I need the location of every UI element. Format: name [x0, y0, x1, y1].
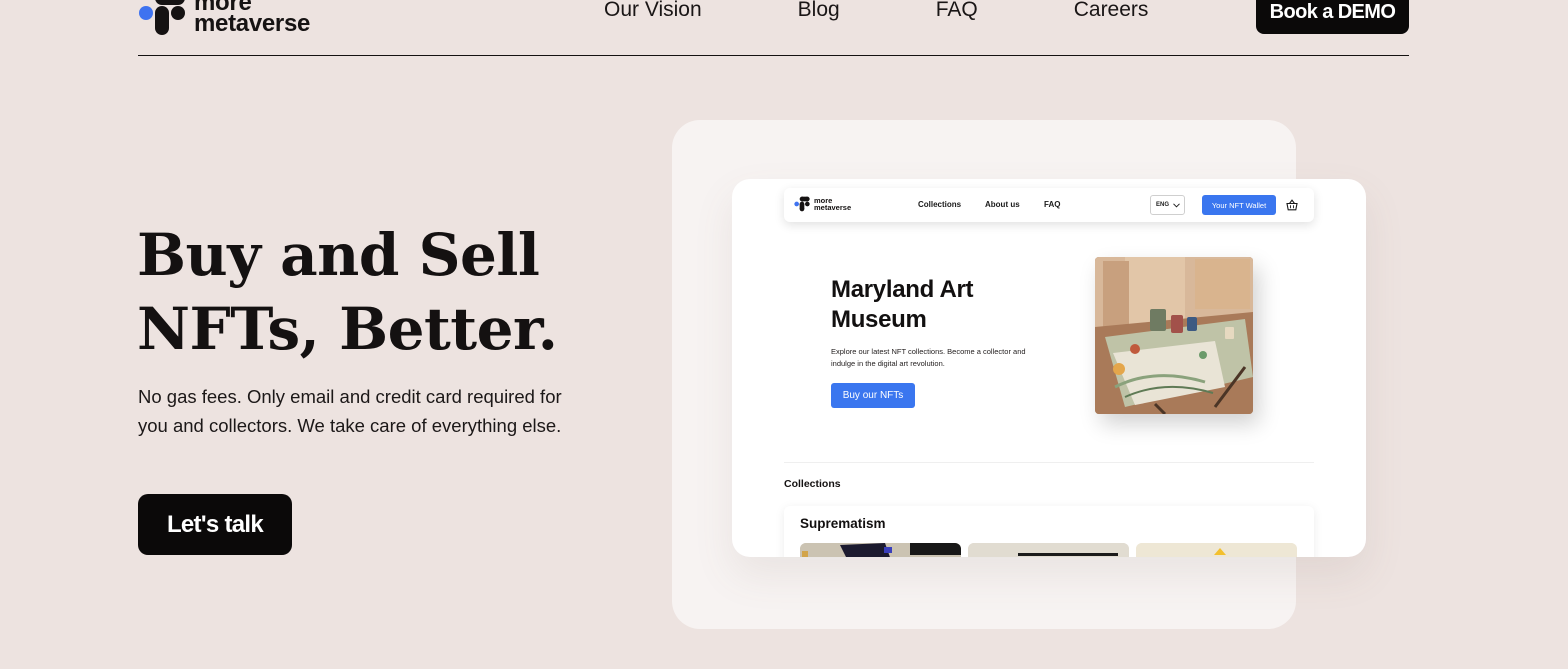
- thumbnail-art: [968, 543, 1129, 557]
- lets-talk-button[interactable]: Let's talk: [138, 494, 292, 555]
- thumbnail-art: [1136, 543, 1297, 557]
- main-nav: Our Vision Blog FAQ Careers: [604, 0, 1148, 28]
- nav-link-blog[interactable]: Blog: [798, 0, 840, 28]
- brand-name: more metaverse: [194, 0, 311, 37]
- nav-link-our-vision[interactable]: Our Vision: [604, 0, 702, 28]
- top-navigation: more metaverse Our Vision Blog FAQ Caree…: [138, 0, 1409, 56]
- basket-icon[interactable]: [1286, 199, 1298, 211]
- preview-brand-line2: metaverse: [814, 203, 852, 212]
- museum-description: Explore our latest NFT collections. Beco…: [831, 347, 1026, 368]
- website-preview-card: more metaverse Collections About us FAQ …: [732, 179, 1366, 557]
- museum-title-line1: Maryland Art: [831, 276, 974, 303]
- museum-title-line2: Museum: [831, 306, 927, 333]
- language-select[interactable]: ENG: [1150, 195, 1185, 215]
- buy-nfts-button[interactable]: Buy our NFTs: [831, 383, 915, 408]
- brand-name-line2: metaverse: [194, 10, 311, 37]
- language-value: ENG: [1156, 202, 1170, 208]
- book-demo-button[interactable]: Book a DEMO: [1256, 0, 1409, 34]
- hero-description: No gas fees. Only email and credit card …: [138, 386, 562, 436]
- collections-heading: Collections: [784, 478, 841, 490]
- thumbnail-art: [800, 543, 961, 557]
- preview-nav-about-us[interactable]: About us: [985, 200, 1020, 209]
- museum-title: Maryland Art Museum: [831, 275, 974, 335]
- hero-title: Buy and Sell NFTs, Better.: [137, 218, 558, 366]
- nav-link-careers[interactable]: Careers: [1074, 0, 1149, 28]
- preview-dots-logo-icon: [794, 196, 810, 212]
- dots-logo-icon: [139, 0, 185, 35]
- collection-title: Suprematism: [800, 516, 886, 531]
- hero-title-line1: Buy and Sell: [137, 221, 540, 289]
- chevron-down-icon: [1173, 202, 1180, 208]
- collection-thumbnail[interactable]: [800, 543, 961, 557]
- preview-brand-name: more metaverse: [814, 197, 852, 212]
- preview-brand-logo[interactable]: more metaverse: [794, 196, 854, 214]
- preview-divider: [784, 462, 1314, 463]
- preview-nav-collections[interactable]: Collections: [918, 200, 961, 209]
- collection-thumbnail[interactable]: [968, 543, 1129, 557]
- art-studio-illustration: [1095, 257, 1253, 414]
- collection-card-suprematism[interactable]: Suprematism: [784, 506, 1314, 557]
- nav-link-faq[interactable]: FAQ: [936, 0, 978, 28]
- collection-thumbnail[interactable]: [1136, 543, 1297, 557]
- hero-title-line2: NFTs, Better.: [137, 295, 558, 363]
- preview-nav-faq[interactable]: FAQ: [1044, 200, 1060, 209]
- preview-navbar: more metaverse Collections About us FAQ …: [784, 188, 1314, 222]
- nft-wallet-button[interactable]: Your NFT Wallet: [1202, 195, 1276, 215]
- art-studio-image: [1095, 257, 1253, 414]
- brand-logo[interactable]: more metaverse: [138, 0, 311, 42]
